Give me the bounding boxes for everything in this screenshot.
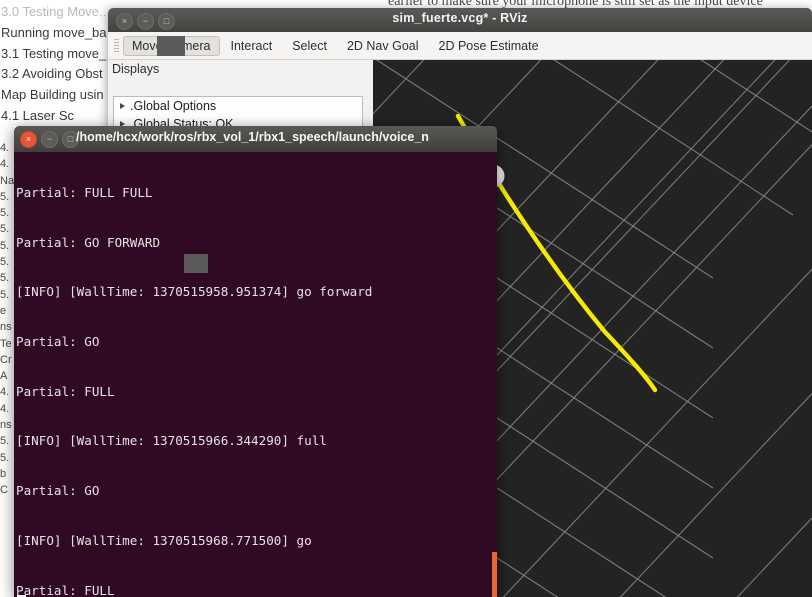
displays-panel-title: Displays (112, 62, 160, 76)
rviz-window-title: sim_fuerte.vcg* - RViz (392, 11, 528, 25)
close-icon[interactable]: × (20, 131, 37, 148)
display-item-label: .Global Options (130, 99, 217, 113)
terminal-window-title: /home/hcx/work/ros/rbx_vol_1/rbx1_speech… (76, 130, 429, 144)
terminal-line: Partial: GO (16, 334, 100, 350)
close-glyph: × (25, 134, 32, 144)
screen-root: earlier to make sure your microphone is … (0, 0, 812, 597)
terminal-line: Partial: GO (16, 483, 100, 499)
terminal-line: [INFO] [WallTime: 1370515968.771500] go (16, 532, 312, 548)
terminal-window-controls[interactable]: × − □ (20, 131, 79, 148)
rviz-toolbar[interactable]: Move Camera Interact Select 2D Nav Goal … (108, 32, 812, 60)
terminal-line: Partial: GO FORWARD (16, 234, 161, 250)
minimize-glyph: − (46, 134, 53, 144)
terminal-output: Partial: FULL FULL Partial: GO FORWARD [… (16, 152, 485, 597)
chevron-right-icon[interactable] (120, 103, 125, 109)
terminal-line: Partial: FULL (16, 582, 115, 597)
terminal-line: [INFO] [WallTime: 1370515966.344290] ful… (16, 433, 327, 449)
terminal-line: Partial: FULL FULL (16, 185, 153, 201)
terminal-line: Partial: FULL (16, 383, 115, 399)
tool-select[interactable]: Select (283, 36, 336, 56)
terminal-scrollbar-thumb[interactable] (492, 552, 497, 597)
terminal-line: [INFO] [WallTime: 1370515958.951374] go … (16, 284, 373, 300)
terminal-titlebar[interactable]: × − □ /home/hcx/work/ros/rbx_vol_1/rbx1_… (14, 126, 497, 152)
display-item-global-options[interactable]: .Global Options (114, 97, 362, 115)
tool-2d-nav-goal[interactable]: 2D Nav Goal (338, 36, 428, 56)
terminal-scrollbar[interactable] (492, 152, 497, 597)
tool-2d-pose-estimate[interactable]: 2D Pose Estimate (430, 36, 548, 56)
terminal-body[interactable]: Partial: FULL FULL Partial: GO FORWARD [… (14, 152, 497, 597)
terminal-window[interactable]: × − □ /home/hcx/work/ros/rbx_vol_1/rbx1_… (14, 126, 497, 597)
minimize-icon[interactable]: − (41, 131, 58, 148)
rviz-titlebar[interactable]: × − □ sim_fuerte.vcg* - RViz (108, 8, 812, 32)
occlusion-terminal (184, 254, 208, 273)
tool-interact[interactable]: Interact (222, 36, 282, 56)
toolbar-grip-icon[interactable] (114, 38, 119, 53)
occlusion-toolbar (157, 36, 185, 56)
